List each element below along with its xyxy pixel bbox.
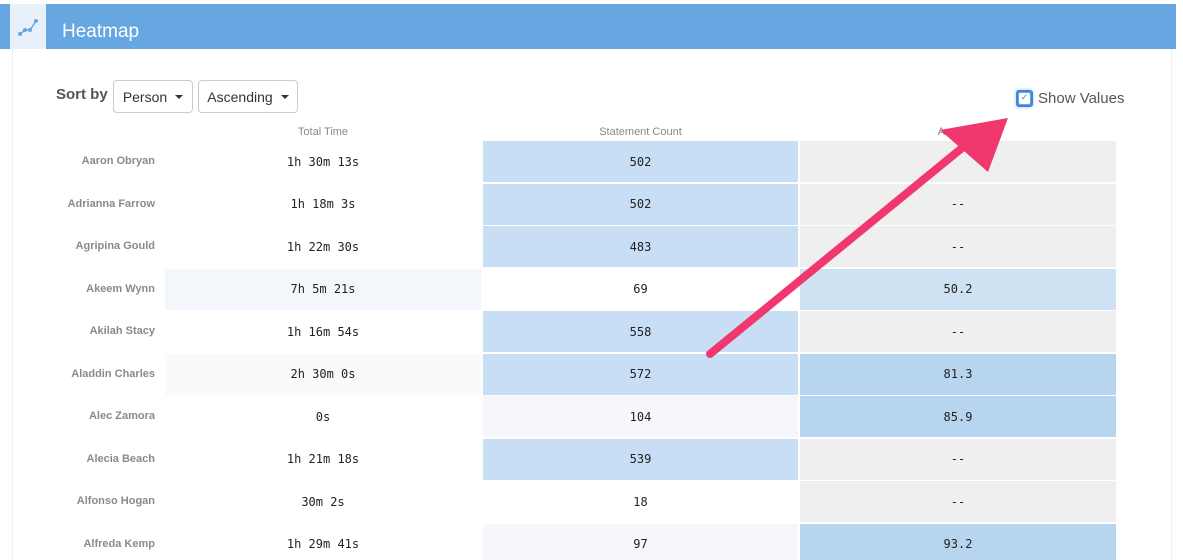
column-header[interactable]: Statement Count	[483, 126, 798, 138]
row-label: Akilah Stacy	[89, 325, 155, 337]
heatmap-cell: 0s	[165, 396, 481, 437]
row-label: Adrianna Farrow	[67, 197, 155, 210]
row-label: Alec Zamora	[88, 410, 155, 422]
sort-label: Sort by	[56, 86, 108, 103]
heatmap-cell: 1h 21m 18s	[165, 438, 481, 480]
heatmap-cell: 97	[483, 523, 798, 560]
heatmap-cell: 483	[483, 226, 798, 267]
header-icon-box	[10, 4, 46, 49]
scatter-icon	[18, 19, 38, 36]
heatmap-cell: 85.9	[800, 396, 1116, 437]
row-label: Aaron Obryan	[81, 155, 155, 167]
column-header[interactable]: Average	[800, 126, 1116, 138]
heatmap-cell: 2h 30m 0s	[165, 353, 481, 395]
check-icon: ✓	[1020, 93, 1029, 103]
heatmap-cell: --	[800, 311, 1116, 352]
heatmap-cell: --	[800, 481, 1116, 522]
page-title: Heatmap	[62, 21, 140, 42]
row-label: Aladdin Charles	[71, 367, 155, 380]
heatmap-cell: --	[800, 226, 1116, 267]
column-header[interactable]: Total Time	[165, 126, 481, 138]
show-values-label: Show Values	[1038, 90, 1125, 107]
row-label: Akeem Wynn	[86, 282, 155, 295]
sort-order-dropdown[interactable]: Ascending	[198, 80, 298, 113]
heatmap-cell: 539	[483, 438, 798, 480]
heatmap-cell: 1h 30m 13s	[165, 141, 481, 182]
show-values-checkbox[interactable]: ✓	[1016, 90, 1033, 107]
sort-field-value: Person	[122, 88, 168, 105]
heatmap-cell: 30m 2s	[165, 481, 481, 522]
heatmap-cell: 558	[483, 311, 798, 352]
row-label: Agripina Gould	[75, 240, 155, 252]
caret-down-icon	[280, 94, 289, 99]
header-bar: Heatmap	[0, 4, 1176, 49]
heatmap-cell: 81.3	[800, 353, 1116, 395]
heatmap-cell: 1h 29m 41s	[165, 523, 481, 560]
show-values-toggle[interactable]: ✓ Show Values	[1016, 90, 1124, 107]
heatmap-cell: 18	[483, 481, 798, 522]
caret-down-icon	[175, 94, 184, 99]
heatmap-cell: 93.2	[800, 523, 1116, 560]
heatmap-cell: 50.2	[800, 268, 1116, 310]
heatmap-cell: 104	[483, 396, 798, 437]
heatmap-cell: 69	[483, 268, 798, 310]
heatmap-cell: 572	[483, 353, 798, 395]
sort-field-dropdown[interactable]: Person	[113, 80, 193, 113]
row-label: Alecia Beach	[86, 452, 155, 465]
row-label: Alfonso Hogan	[76, 495, 155, 507]
heatmap-cell: 502	[483, 141, 798, 182]
heatmap-cell: --	[800, 438, 1116, 480]
heatmap-cell: 1h 22m 30s	[165, 226, 481, 267]
row-label: Alfreda Kemp	[83, 537, 155, 550]
sort-order-value: Ascending	[207, 88, 273, 105]
heatmap-cell: 1h 16m 54s	[165, 311, 481, 352]
heatmap-cell: --	[800, 183, 1116, 225]
heatmap-cell	[800, 141, 1116, 182]
heatmap-cell: 502	[483, 183, 798, 225]
app: Heatmap Sort by Person Ascending ✓ Show …	[0, 0, 1183, 560]
heatmap-cell: 7h 5m 21s	[165, 268, 481, 310]
heatmap-cell: 1h 18m 3s	[165, 183, 481, 225]
